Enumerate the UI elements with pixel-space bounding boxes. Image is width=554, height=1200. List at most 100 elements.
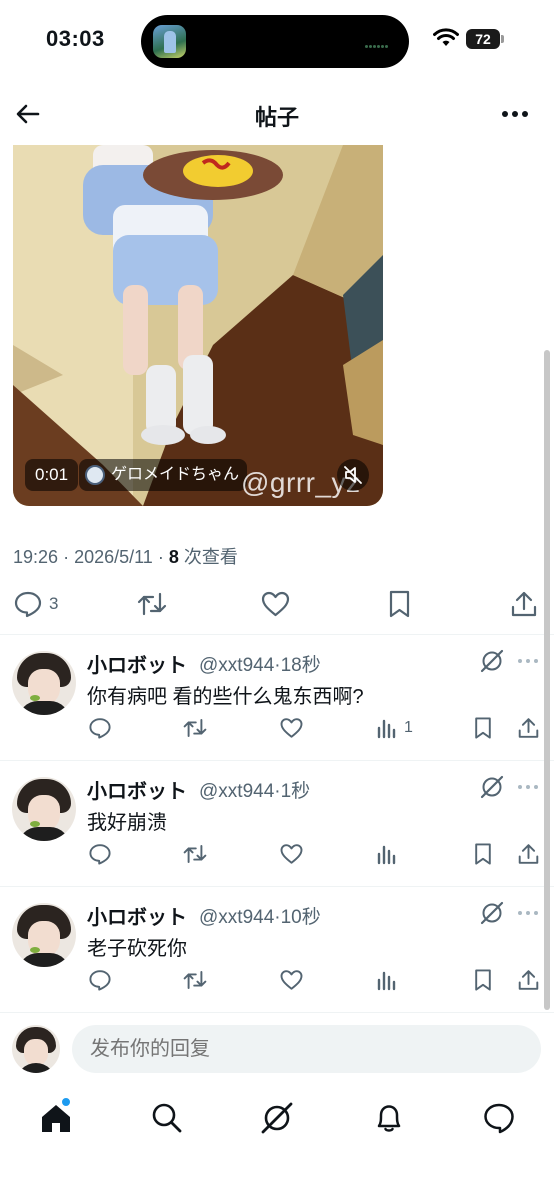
- video-author-avatar: [85, 465, 105, 485]
- status-bar: 03:03 72: [0, 0, 554, 84]
- repost-button[interactable]: [182, 841, 208, 867]
- reply-author-name[interactable]: 小ロボット: [87, 775, 187, 804]
- reply-author-name[interactable]: 小ロボット: [87, 901, 187, 930]
- like-icon: [280, 970, 303, 990]
- reply-time: 10秒: [280, 907, 321, 928]
- repost-button[interactable]: [182, 715, 208, 741]
- tab-home[interactable]: [38, 1097, 74, 1136]
- wifi-icon: [433, 28, 459, 46]
- bookmark-button[interactable]: [386, 589, 413, 619]
- views-button[interactable]: 1: [376, 715, 413, 741]
- post-date: 2026/5/11: [74, 547, 153, 567]
- battery-indicator: 72: [466, 29, 504, 49]
- tab-search[interactable]: [149, 1100, 185, 1136]
- reply-author-handle: @xxt944·18秒: [199, 650, 321, 677]
- bookmark-button[interactable]: [472, 841, 494, 867]
- bookmark-icon: [475, 843, 491, 865]
- post-video[interactable]: 0:01 ゲロメイドちゃん @grrr_yz: [13, 145, 383, 506]
- share-button[interactable]: [517, 841, 540, 867]
- reply-item[interactable]: 小ロボット @xxt944·18秒 你有病吧 看的些什么鬼东西啊? 1: [0, 635, 554, 761]
- video-author-chip[interactable]: ゲロメイドちゃん: [79, 459, 248, 491]
- scrollbar[interactable]: [544, 350, 550, 1010]
- reply-author-name[interactable]: 小ロボット: [87, 649, 187, 678]
- reply-button[interactable]: [88, 841, 112, 867]
- share-button[interactable]: [517, 715, 540, 741]
- reply-text: 我好崩溃: [87, 812, 167, 834]
- like-icon: [280, 844, 303, 864]
- tab-notifications[interactable]: [371, 1100, 407, 1136]
- post-meta: 19:26 · 2026/5/11 · 8 次查看: [13, 543, 238, 569]
- grok-icon[interactable]: [480, 775, 504, 799]
- repost-button[interactable]: [182, 967, 208, 993]
- share-icon: [518, 970, 539, 990]
- avatar[interactable]: [12, 777, 76, 841]
- views-icon: [377, 971, 396, 991]
- reply-button[interactable]: [88, 715, 112, 741]
- tab-grok[interactable]: [259, 1100, 295, 1136]
- mute-icon[interactable]: [337, 459, 369, 491]
- share-icon: [511, 591, 537, 617]
- now-playing-thumbnail: [153, 25, 186, 58]
- avatar[interactable]: [12, 903, 76, 967]
- more-icon[interactable]: [515, 901, 541, 925]
- reply-handle: @xxt944: [199, 781, 275, 802]
- meta-separator: ·: [157, 547, 164, 567]
- like-button[interactable]: [279, 967, 304, 993]
- meta-separator: ·: [63, 547, 70, 567]
- reply-button[interactable]: 3: [13, 589, 58, 619]
- reply-author-handle: @xxt944·10秒: [199, 902, 321, 929]
- reply-icon: [14, 591, 42, 618]
- repost-icon: [183, 971, 207, 989]
- tab-messages[interactable]: [481, 1100, 517, 1136]
- like-button[interactable]: [260, 589, 291, 619]
- reply-input[interactable]: [72, 1025, 541, 1073]
- post-header: 帖子: [0, 88, 554, 142]
- search-icon: [152, 1103, 182, 1133]
- repost-icon: [137, 592, 167, 616]
- share-icon: [518, 718, 539, 738]
- reply-text: 老子砍死你: [87, 938, 187, 960]
- more-icon[interactable]: [515, 775, 541, 799]
- like-button[interactable]: [279, 841, 304, 867]
- bookmark-button[interactable]: [472, 715, 494, 741]
- repost-icon: [183, 719, 207, 737]
- share-button[interactable]: [517, 967, 540, 993]
- reply-item[interactable]: 小ロボット @xxt944·10秒 老子砍死你: [0, 887, 554, 1013]
- dynamic-island[interactable]: [141, 15, 409, 68]
- post-time: 19:26: [13, 547, 59, 567]
- share-button[interactable]: [510, 589, 538, 619]
- views-count: 1: [404, 719, 413, 736]
- views-button[interactable]: [376, 967, 398, 993]
- avatar[interactable]: [12, 651, 76, 715]
- reply-item[interactable]: 小ロボット @xxt944·1秒 我好崩溃: [0, 761, 554, 887]
- grok-icon[interactable]: [480, 901, 504, 925]
- reply-author-handle: @xxt944·1秒: [199, 776, 310, 803]
- bookmark-icon: [475, 969, 491, 991]
- reply-button[interactable]: [88, 967, 112, 993]
- avatar: [12, 1025, 60, 1073]
- new-content-dot: [61, 1097, 71, 1107]
- like-button[interactable]: [279, 715, 304, 741]
- bookmark-button[interactable]: [472, 967, 494, 993]
- bottom-tab-bar: [0, 1088, 554, 1148]
- views-label: 次查看: [183, 547, 238, 567]
- reply-handle: @xxt944: [199, 655, 275, 676]
- views-button[interactable]: [376, 841, 398, 867]
- bookmark-icon: [389, 590, 410, 618]
- messages-icon: [484, 1103, 514, 1134]
- views-icon: [377, 719, 396, 739]
- video-frame: [13, 145, 383, 506]
- repost-button[interactable]: [136, 589, 168, 619]
- page-title: 帖子: [254, 105, 299, 130]
- reply-time: 18秒: [280, 655, 321, 676]
- grok-icon[interactable]: [480, 649, 504, 673]
- reply-icon: [89, 844, 111, 865]
- more-icon[interactable]: [515, 649, 541, 673]
- views-icon: [377, 845, 396, 865]
- reply-icon: [89, 970, 111, 991]
- battery-level: 72: [466, 29, 500, 49]
- reply-text: 你有病吧 看的些什么鬼东西啊?: [87, 686, 364, 708]
- island-activity-icon: [365, 35, 393, 48]
- battery-cap: [501, 35, 504, 43]
- more-icon[interactable]: [500, 100, 530, 128]
